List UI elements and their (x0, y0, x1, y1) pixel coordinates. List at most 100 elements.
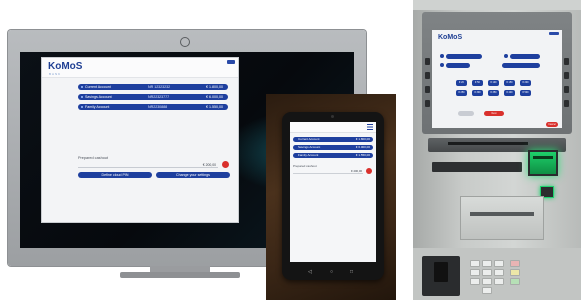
account-amount: € 1.800,00 (206, 85, 223, 89)
amount-button[interactable]: € 250 (456, 90, 467, 96)
close-button[interactable] (549, 32, 559, 35)
account-amount: € 6.000,00 (355, 145, 370, 149)
tablet-device: Current Account € 1.800,00 Savings Accou… (282, 112, 384, 280)
side-key[interactable] (425, 100, 430, 107)
cancel-button[interactable]: Cancel (546, 122, 558, 127)
clear-key[interactable] (510, 269, 520, 276)
account-number: NR2230888 (148, 105, 168, 109)
bullet-icon (81, 106, 83, 108)
pin-key[interactable] (470, 269, 480, 276)
account-option[interactable] (510, 54, 540, 59)
komos-logo: KoMoS (48, 61, 83, 72)
tablet-app-header (290, 122, 376, 133)
back-button[interactable] (458, 111, 474, 116)
desktop-banking-app: KoMoS BANK Current Account NR 12323232 €… (42, 58, 238, 222)
pin-key[interactable] (482, 278, 492, 285)
side-key[interactable] (564, 58, 569, 65)
amount-button[interactable]: € 20 (456, 80, 467, 86)
fingerprint-sensor[interactable] (434, 262, 448, 282)
amount-button[interactable]: € 200 (520, 80, 531, 86)
account-number: NR 12323232 (148, 85, 171, 89)
receipt-slot (448, 142, 528, 145)
account-row[interactable]: Savings Account NR22323777 € 6.000,00 (78, 94, 228, 100)
cancel-key[interactable] (510, 260, 520, 267)
pin-key[interactable] (482, 287, 492, 294)
side-key[interactable] (425, 86, 430, 93)
amount-button[interactable]: € 500 (520, 90, 531, 96)
side-key[interactable] (425, 58, 430, 65)
amount-button[interactable]: € 100 (488, 80, 499, 86)
enter-key[interactable] (510, 278, 520, 285)
account-row[interactable]: Savings Account € 6.000,00 (293, 145, 373, 150)
amount-button[interactable]: € 350 (488, 90, 499, 96)
change-settings-button[interactable]: Change your settings (156, 172, 230, 178)
account-name: Savings Account (85, 95, 112, 99)
account-number: NR22323777 (148, 95, 170, 99)
account-name: Savings Account (298, 145, 321, 149)
camera-icon (331, 115, 334, 118)
delete-prepared-button[interactable] (366, 168, 372, 174)
account-name: Family Account (85, 105, 110, 109)
pin-key[interactable] (482, 269, 492, 276)
delete-prepared-button[interactable] (222, 161, 229, 168)
monitor-base (120, 272, 240, 278)
prepared-cashout-row: € 200,00 (293, 169, 363, 174)
deposit-slot (432, 162, 522, 172)
bullet-icon (81, 86, 83, 88)
atm-top (413, 0, 581, 10)
account-option[interactable] (502, 63, 540, 68)
radio-button[interactable] (440, 63, 444, 67)
account-amount: € 1.550,00 (355, 153, 370, 157)
back-icon[interactable]: ◁ (308, 269, 312, 275)
side-key[interactable] (425, 72, 430, 79)
account-name: Current Account (85, 85, 111, 89)
atm-app-header: KoMoS (432, 30, 562, 46)
account-amount: € 1.800,00 (355, 137, 370, 141)
cash-dispenser (460, 196, 544, 240)
pin-key[interactable] (494, 269, 504, 276)
radio-button[interactable] (440, 54, 444, 58)
side-key[interactable] (564, 72, 569, 79)
radio-button[interactable] (504, 54, 508, 58)
circle-icon (180, 37, 190, 47)
next-button[interactable]: Next (484, 111, 504, 116)
amount-button[interactable]: € 400 (504, 90, 515, 96)
pin-key[interactable] (494, 260, 504, 267)
account-option[interactable] (446, 54, 482, 59)
prepared-amount: € 200,00 (202, 163, 216, 167)
amount-button[interactable]: € 150 (504, 80, 515, 86)
amount-button[interactable]: € 50 (472, 80, 483, 86)
prepared-cashout-row: € 200,00 (78, 162, 218, 168)
logo-subtitle: BANK (49, 72, 62, 76)
komos-logo: KoMoS (438, 34, 463, 41)
side-key[interactable] (564, 86, 569, 93)
amount-button[interactable]: € 300 (472, 90, 483, 96)
define-cloud-pin-button[interactable]: Define cloud PIN (78, 172, 152, 178)
account-option[interactable] (446, 63, 470, 68)
menu-icon[interactable] (367, 124, 373, 130)
pin-pad (470, 260, 534, 296)
recents-icon[interactable]: □ (350, 269, 353, 275)
cash-slot (470, 212, 534, 216)
close-button[interactable] (227, 60, 235, 64)
pin-key[interactable] (470, 278, 480, 285)
prepared-amount: € 200,00 (351, 169, 362, 173)
home-icon[interactable]: ○ (330, 269, 333, 275)
account-row[interactable]: Family Account NR2230888 € 1.550,00 (78, 104, 228, 110)
pin-key[interactable] (494, 278, 504, 285)
android-nav-bar: ◁ ○ □ (302, 269, 364, 275)
card-slot[interactable] (533, 156, 553, 159)
pin-key[interactable] (482, 260, 492, 267)
pin-key[interactable] (470, 260, 480, 267)
tablet-screen: Current Account € 1.800,00 Savings Accou… (290, 122, 376, 262)
account-name: Family Account (298, 153, 319, 157)
side-key[interactable] (564, 100, 569, 107)
account-row[interactable]: Family Account € 1.550,00 (293, 153, 373, 158)
account-row[interactable]: Current Account € 1.800,00 (293, 137, 373, 142)
bullet-icon (81, 96, 83, 98)
account-name: Current Account (298, 137, 320, 141)
app-header: KoMoS BANK (42, 58, 238, 78)
account-amount: € 1.550,00 (206, 105, 223, 109)
account-row[interactable]: Current Account NR 12323232 € 1.800,00 (78, 84, 228, 90)
prepared-cashout-label: Prepared cashout (293, 164, 317, 168)
